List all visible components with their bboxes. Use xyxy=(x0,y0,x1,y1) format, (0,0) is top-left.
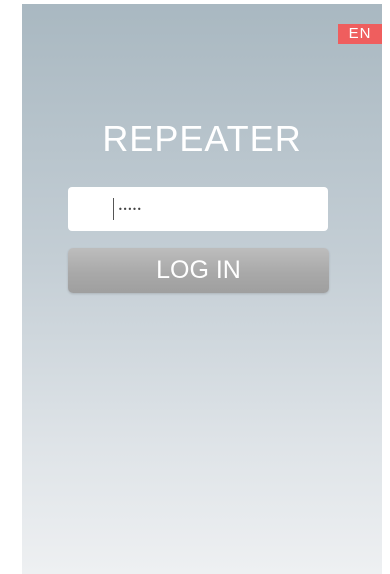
login-button[interactable]: LOG IN xyxy=(68,248,329,293)
password-field[interactable] xyxy=(68,187,328,231)
page-title: REPEATER xyxy=(102,118,302,159)
password-input[interactable] xyxy=(118,195,318,223)
app-frame: EN REPEATER LOG IN xyxy=(22,4,382,574)
text-cursor xyxy=(113,198,114,220)
language-toggle-button[interactable]: EN xyxy=(338,24,382,44)
